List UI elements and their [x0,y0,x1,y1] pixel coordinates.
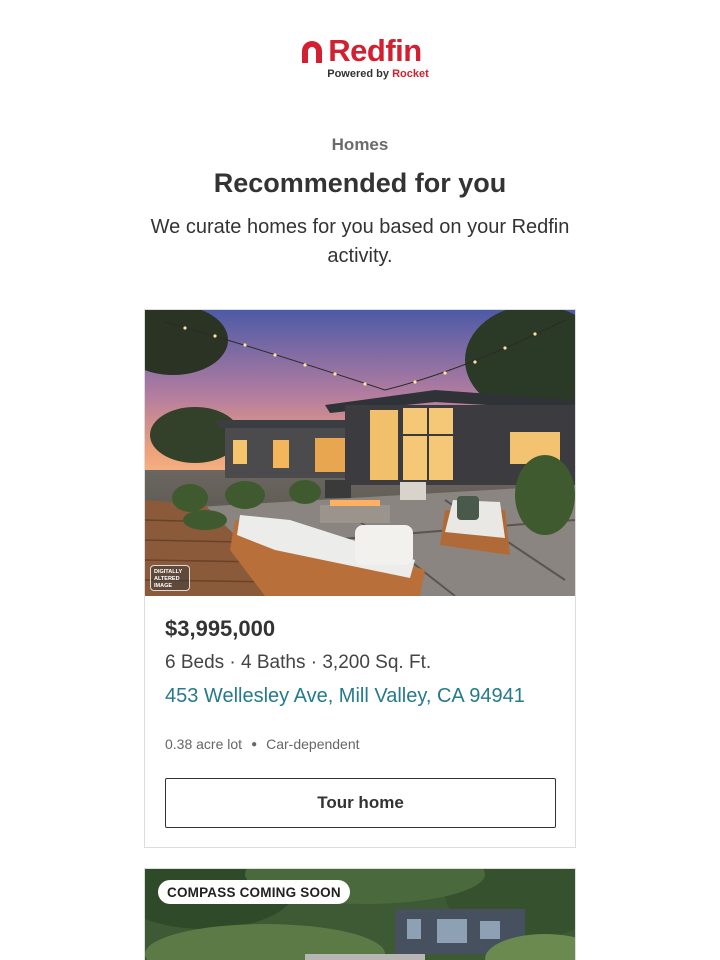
digitally-altered-badge: DIGITALLY ALTERED IMAGE [150,565,190,591]
listing-address-link[interactable]: 453 Wellesley Ave, Mill Valley, CA 94941 [165,685,525,708]
lot-size: 0.38 acre lot [165,736,243,752]
listing-card[interactable]: DIGITALLY ALTERED IMAGE $3,995,000 6 Bed… [144,309,576,848]
listing-price: $3,995,000 [165,616,276,641]
listing-photo[interactable]: DIGITALLY ALTERED IMAGE [145,310,575,596]
section-eyebrow: Homes [331,135,389,154]
redfin-mark-icon [302,41,323,63]
logo-tagline: Powered by Rocket [327,68,429,80]
coming-soon-badge: COMPASS COMING SOON [158,880,350,904]
walkability: Car-dependent [266,736,360,752]
section-intro: We curate homes for you based on your Re… [150,216,570,267]
listing-specs: 6 Beds · 4 Baths · 3,200 Sq. Ft. [165,652,432,673]
tour-home-button[interactable]: Tour home [165,778,556,828]
logo-wordmark: Redfin [328,33,422,68]
listing-meta: 0.38 acre lot ● Car-dependent [165,736,360,752]
logo-row: Redfin [298,33,422,68]
section-title: Recommended for you [213,168,507,198]
bullet-separator: ● [251,738,258,750]
house-photo-illustration [145,310,575,596]
tagline-prefix: Powered by [327,68,389,80]
listing-card[interactable]: COMPASS COMING SOON [144,868,576,960]
tagline-partner: Rocket [392,68,429,80]
redfin-logo[interactable]: Redfin Powered by Rocket [0,33,720,80]
